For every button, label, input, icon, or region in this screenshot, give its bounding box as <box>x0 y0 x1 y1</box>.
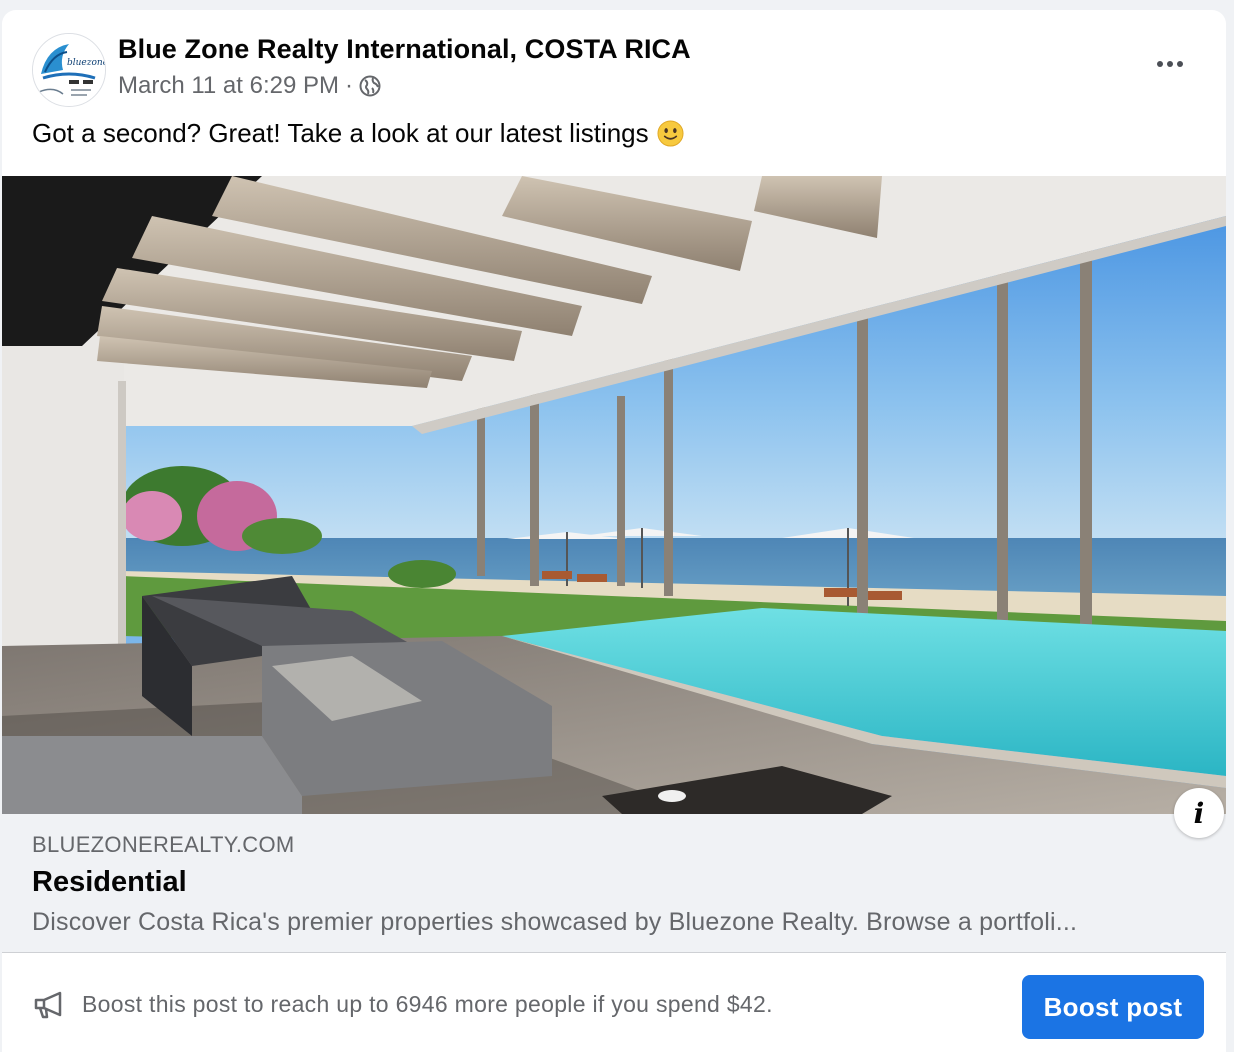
link-domain: BLUEZONEREALTY.COM <box>32 832 295 857</box>
boost-bar: Boost this post to reach up to 6946 more… <box>2 953 1226 1052</box>
post-caption: Got a second? Great! Take a look at our … <box>32 118 649 148</box>
page-name-link[interactable]: Blue Zone Realty International, COSTA RI… <box>118 34 691 65</box>
post-meta: March 11 at 6:29 PM · <box>118 72 381 100</box>
slightly-smiling-face-emoji <box>657 120 684 147</box>
boost-post-button[interactable]: Boost post <box>1022 975 1204 1039</box>
listing-photo[interactable] <box>2 176 1226 814</box>
boost-message: Boost this post to reach up to 6946 more… <box>82 991 773 1017</box>
avatar-logo-text: bluezone <box>67 58 105 68</box>
bluezone-logo: bluezone <box>33 34 105 106</box>
post-timestamp[interactable]: March 11 at 6:29 PM <box>118 72 339 100</box>
link-title: Residential <box>32 866 187 898</box>
post-caption-container: Got a second? Great! Take a look at our … <box>32 118 684 149</box>
meta-separator: · <box>345 72 353 99</box>
link-description: Discover Costa Rica's premier properties… <box>32 908 1078 936</box>
more-options-icon[interactable] <box>1148 48 1192 80</box>
page-avatar[interactable]: bluezone <box>32 33 106 107</box>
megaphone-icon <box>34 991 62 1019</box>
villa-pool-render <box>2 176 1226 814</box>
facebook-post-card: bluezone Blue Zone Realty International,… <box>2 10 1226 1052</box>
info-button[interactable]: i <box>1174 788 1224 838</box>
globe-icon[interactable] <box>359 75 381 97</box>
link-preview[interactable]: BLUEZONEREALTY.COM Residential Discover … <box>2 814 1226 953</box>
